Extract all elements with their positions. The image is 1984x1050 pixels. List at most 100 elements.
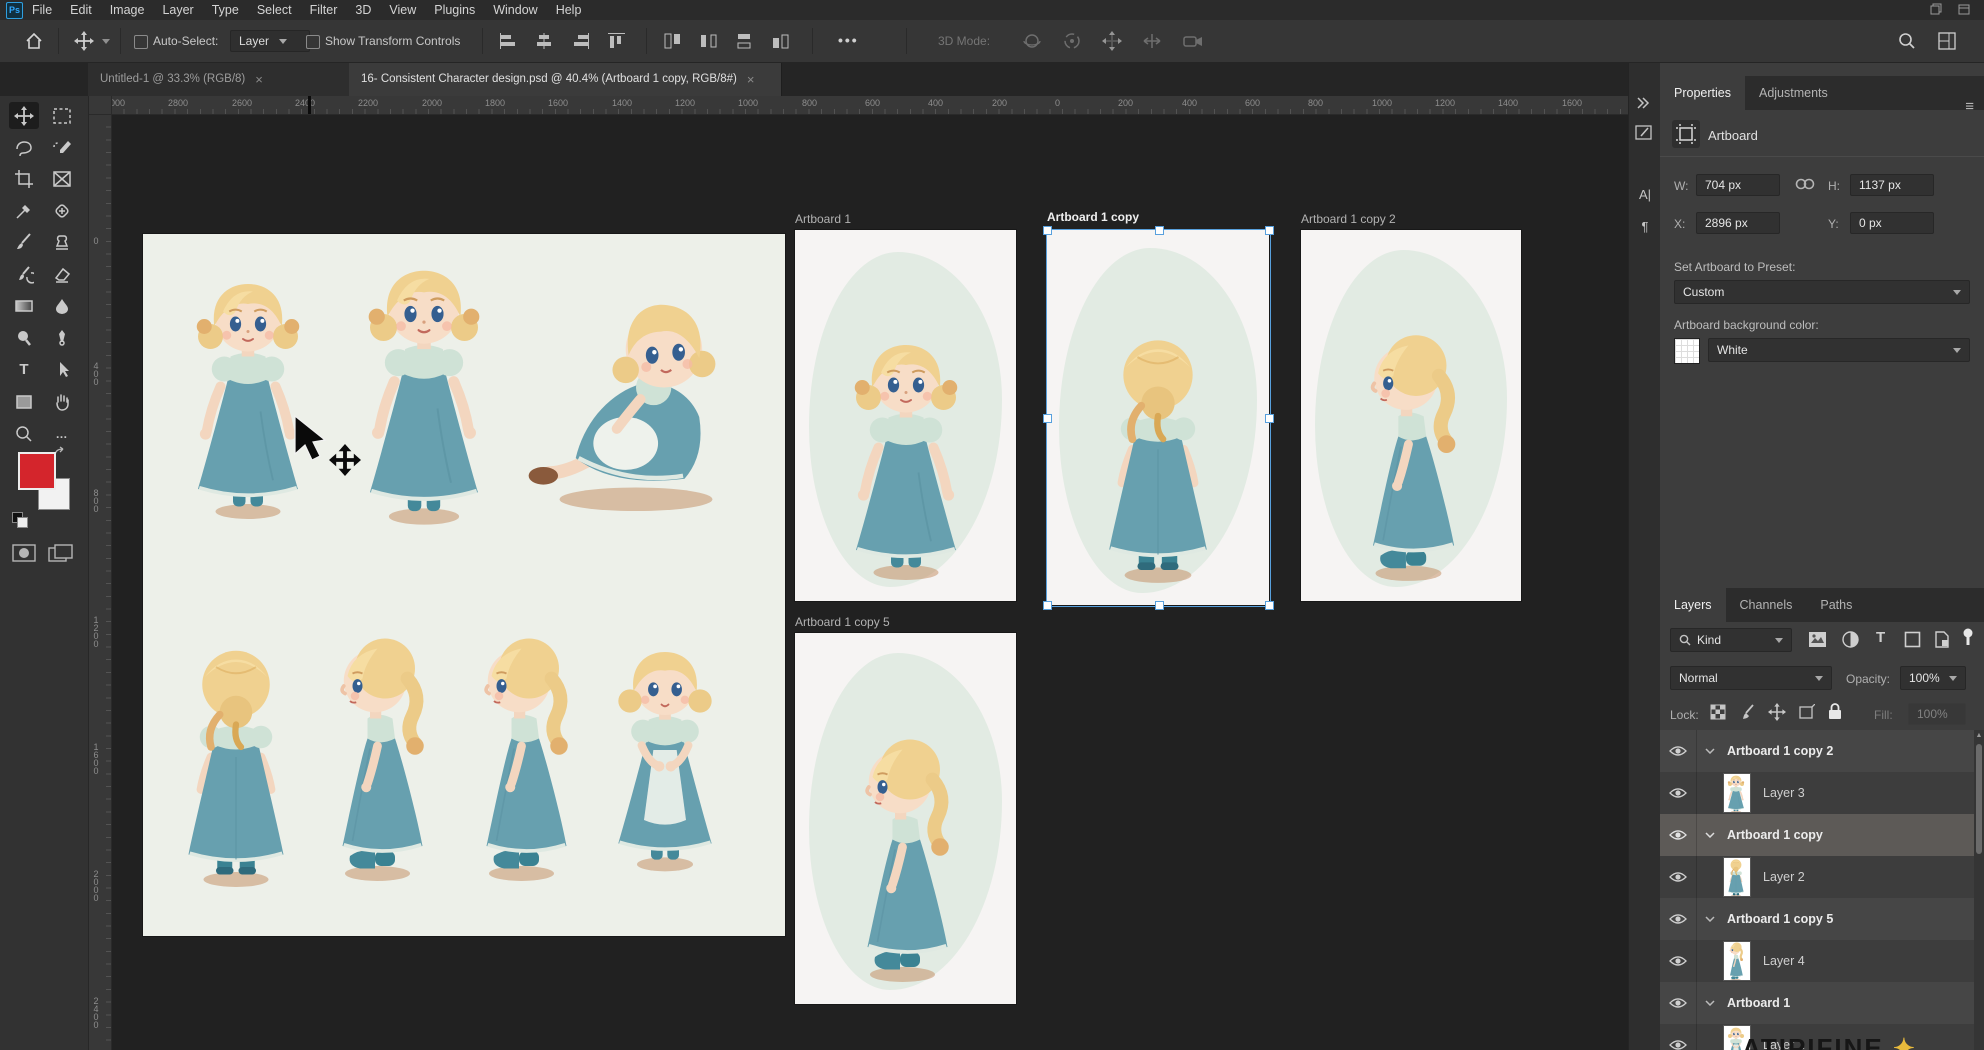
width-field[interactable]: 704 px [1696,174,1780,196]
menu-type[interactable]: Type [203,0,248,20]
hand-tool[interactable] [47,388,77,415]
move-tool-icon[interactable] [74,31,94,51]
object-selection-tool[interactable] [47,134,77,161]
layer-thumbnail[interactable] [1723,773,1751,813]
photoshop-logo-icon[interactable]: Ps [6,2,23,19]
path-selection-tool[interactable] [47,356,77,383]
eraser-tool[interactable] [47,260,77,287]
crop-tool[interactable] [9,165,39,192]
blend-mode-dropdown[interactable]: Normal [1670,666,1832,690]
reference-artboard[interactable] [143,234,785,936]
lock-pixels-icon[interactable] [1740,704,1756,720]
filter-adjustment-layers-icon[interactable] [1842,631,1859,648]
layer-thumbnail[interactable] [1723,857,1751,897]
filter-smart-objects-icon[interactable] [1934,631,1950,648]
eyedropper-tool[interactable] [9,197,39,224]
menu-help[interactable]: Help [547,0,591,20]
tab-adjustments[interactable]: Adjustments [1745,76,1842,110]
layer-row-artboard-1-copy-selected[interactable]: Artboard 1 copy [1660,814,1974,856]
show-transform-checkbox[interactable] [306,35,320,49]
auto-select-target-dropdown[interactable]: Layer [230,30,310,52]
align-top-edges-icon[interactable] [608,33,625,49]
artboard-1[interactable] [795,230,1016,601]
ruler-vertical[interactable]: 0 400 800 1200 1600 2000 2400 [88,114,112,1050]
foreground-color-swatch[interactable] [18,452,56,490]
artboard-label[interactable]: Artboard 1 [795,212,851,226]
visibility-eye-icon[interactable] [1660,1024,1697,1050]
link-dimensions-icon[interactable] [1794,177,1816,191]
lock-all-icon[interactable] [1828,702,1842,720]
screen-mode-icon[interactable] [48,544,74,562]
healing-brush-tool[interactable] [47,197,77,224]
menu-3d[interactable]: 3D [346,0,380,20]
layer-row-layer-2[interactable]: Layer 2 [1660,856,1974,898]
menu-window[interactable]: Window [484,0,546,20]
dodge-tool[interactable] [9,324,39,351]
tab-untitled-1-close-icon[interactable]: × [255,72,263,87]
chevron-down-icon[interactable] [1705,748,1715,754]
height-field[interactable]: 1137 px [1850,174,1934,196]
chevron-down-icon[interactable] [1705,916,1715,922]
menu-image[interactable]: Image [101,0,154,20]
layers-scrollbar[interactable]: ▲ [1974,730,1984,1050]
blur-tool[interactable] [47,292,77,319]
filter-shape-layers-icon[interactable] [1904,631,1921,648]
restore-window-icon[interactable] [1930,3,1942,15]
align-left-edges-icon[interactable] [500,33,517,49]
chevron-down-icon[interactable] [1705,832,1715,838]
canvas-area[interactable]: Artboard 1 Artboard 1 copy Artboard 1 co… [111,114,1628,1050]
menu-select[interactable]: Select [248,0,301,20]
gradient-tool[interactable] [9,292,39,319]
type-tool[interactable]: T [9,356,39,383]
panel-menu-icon[interactable]: ≡ [1965,98,1974,115]
tab-character-design-close-icon[interactable]: × [747,72,755,87]
distribute-vertical-centers-icon[interactable] [736,33,753,49]
ruler-horizontal[interactable]: 30002800 26002400 22002000 18001600 1400… [111,96,1628,115]
filter-type-layers-icon[interactable]: T [1876,629,1885,646]
lasso-tool[interactable] [9,134,39,161]
tab-paths[interactable]: Paths [1806,588,1866,622]
frame-tool[interactable] [47,165,77,192]
tab-channels[interactable]: Channels [1726,588,1807,622]
layer-row-layer-3[interactable]: Layer 3 [1660,772,1974,814]
visibility-eye-icon[interactable] [1660,982,1697,1024]
visibility-eye-icon[interactable] [1660,814,1697,856]
layer-row-artboard-1-copy-2[interactable]: Artboard 1 copy 2 [1660,730,1974,772]
align-right-edges-icon[interactable] [572,33,589,49]
menu-layer[interactable]: Layer [153,0,202,20]
brush-settings-panel-icon[interactable] [1635,124,1655,144]
scroll-up-icon[interactable]: ▲ [1975,732,1983,740]
filter-pixel-layers-icon[interactable] [1808,631,1827,648]
y-field[interactable]: 0 px [1850,212,1934,234]
artboard-1-copy[interactable] [1047,230,1269,605]
paragraph-panel-icon[interactable]: ¶ [1635,216,1655,236]
layer-row-artboard-1[interactable]: Artboard 1 [1660,982,1974,1024]
visibility-eye-icon[interactable] [1660,856,1697,898]
tab-layers[interactable]: Layers [1660,588,1726,622]
menu-edit[interactable]: Edit [61,0,101,20]
menu-filter[interactable]: Filter [301,0,347,20]
edit-toolbar-icon[interactable]: … [47,420,77,447]
tab-properties[interactable]: Properties [1660,76,1745,110]
preset-dropdown[interactable]: Custom [1674,280,1970,304]
distribute-horizontal-centers-icon[interactable] [700,33,717,49]
tool-preset-chevron-icon[interactable] [102,39,110,44]
distribute-top-edges-icon[interactable] [664,33,681,49]
artboard-label[interactable]: Artboard 1 copy 2 [1301,212,1396,226]
marquee-tool[interactable] [47,102,77,129]
visibility-eye-icon[interactable] [1660,940,1697,982]
history-brush-tool[interactable] [9,260,39,287]
scrollbar-thumb[interactable] [1976,744,1982,854]
visibility-eye-icon[interactable] [1660,730,1697,772]
chevron-down-icon[interactable] [1705,1000,1715,1006]
workspace-switcher-icon[interactable] [1938,32,1956,50]
artboard-1-copy-2[interactable] [1301,230,1521,601]
clone-stamp-tool[interactable] [47,228,77,255]
layer-row-layer-4[interactable]: Layer 4 [1660,940,1974,982]
kind-filter-dropdown[interactable]: Kind [1670,628,1792,652]
artboard-1-copy-5[interactable] [795,633,1016,1004]
align-horizontal-centers-icon[interactable] [536,33,553,49]
opacity-dropdown[interactable]: 100% [1900,666,1966,690]
artboard-label[interactable]: Artboard 1 copy 5 [795,615,890,629]
auto-select-checkbox[interactable] [134,35,148,49]
